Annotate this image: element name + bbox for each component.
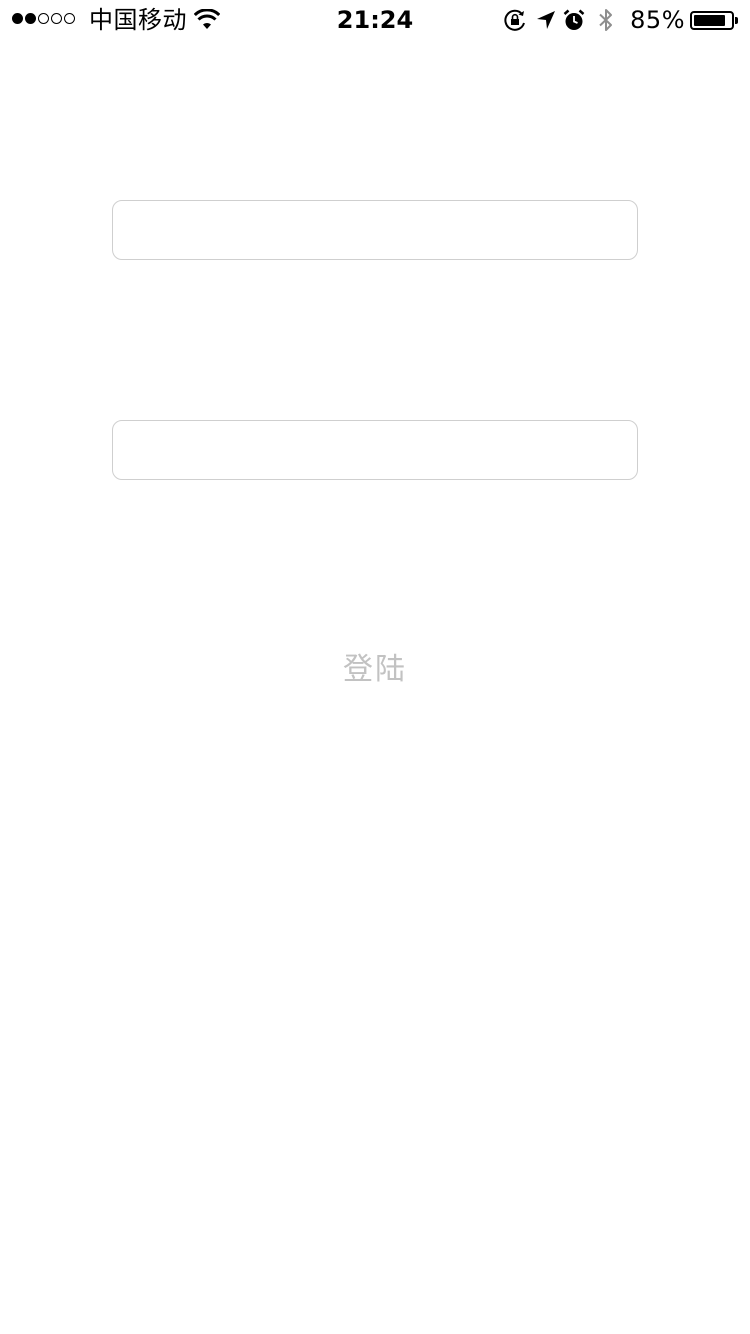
login-screen: 中国移动 21:24 85% 登陆 xyxy=(0,0,750,1334)
rotation-lock-icon xyxy=(504,9,525,31)
status-bar: 中国移动 21:24 85% xyxy=(0,0,750,40)
status-right-group: 85% xyxy=(480,5,740,35)
battery-icon xyxy=(690,11,738,30)
alarm-icon xyxy=(563,9,585,30)
location-icon xyxy=(537,11,555,29)
password-input[interactable] xyxy=(112,420,638,480)
username-input[interactable] xyxy=(112,200,638,260)
battery-level xyxy=(694,15,725,26)
battery-percent: 85% xyxy=(630,6,685,34)
bluetooth-icon xyxy=(599,9,612,31)
login-button[interactable]: 登陆 xyxy=(300,640,450,700)
